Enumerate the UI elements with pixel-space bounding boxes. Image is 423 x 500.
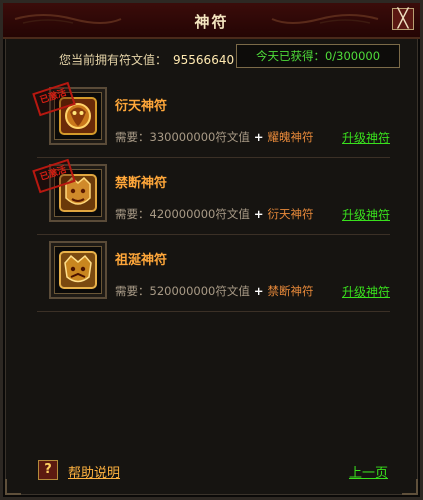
rune-list: 已激活 衍天神符 需要：330000000符文值 + 耀魄神符 升级神符 已激活 禁… [32, 81, 390, 312]
req-item: 耀魄神符 [267, 130, 314, 144]
req-label: 需要： [115, 207, 150, 221]
plus-sign: + [253, 284, 264, 298]
rune-requirement: 需要：330000000符文值 + 耀魄神符 [115, 129, 314, 145]
today-earned-box: 今天已获得：0/300000 [236, 44, 400, 68]
footer: ? 帮助说明 上一页 [3, 453, 420, 497]
close-button[interactable]: ╳ [392, 8, 414, 30]
rune-item: 已激活 衍天神符 需要：330000000符文值 + 耀魄神符 升级神符 [32, 81, 390, 158]
rune-requirement: 需要：420000000符文值 + 衍天神符 [115, 206, 314, 222]
rune-value-row: 您当前拥有符文值： 95566640 今天已获得：0/300000 [17, 43, 406, 73]
corner-ornament [5, 479, 21, 495]
req-amount: 420000000符文值 [149, 207, 250, 221]
help-icon[interactable]: ? [38, 460, 58, 480]
right-ornament-icon [271, 14, 379, 24]
owned-rune-value: 您当前拥有符文值： 95566640 [59, 51, 234, 68]
req-label: 需要： [115, 284, 150, 298]
rune-item: 已激活 禁断神符 需要：420000000符文值 + 衍天神符 升级神符 [32, 158, 390, 235]
rune-name: 禁断神符 [115, 176, 168, 191]
owned-label: 您当前拥有符文值： [59, 53, 168, 67]
corner-ornament [402, 479, 418, 495]
rune-item: 祖涎神符 需要：520000000符文值 + 禁断神符 升级神符 [37, 235, 390, 312]
today-label: 今天已获得： [255, 49, 325, 63]
upgrade-link[interactable]: 升级神符 [342, 206, 390, 223]
req-item: 禁断神符 [267, 284, 314, 298]
rune-name: 衍天神符 [115, 99, 168, 114]
plus-sign: + [253, 130, 264, 144]
rune-window: 神符 ╳ 您当前拥有符文值： 95566640 今天已获得：0/300000 已… [0, 0, 423, 500]
owned-value: 95566640 [173, 53, 235, 67]
req-item: 衍天神符 [267, 207, 314, 221]
upgrade-link[interactable]: 升级神符 [342, 129, 390, 146]
rune-slot[interactable] [49, 241, 107, 299]
rune-name: 祖涎神符 [115, 253, 168, 268]
help-link[interactable]: 帮助说明 [68, 462, 120, 481]
req-amount: 520000000符文值 [149, 284, 250, 298]
rune-requirement: 需要：520000000符文值 + 禁断神符 [115, 283, 314, 299]
prev-page-link[interactable]: 上一页 [349, 462, 388, 481]
upgrade-link[interactable]: 升级神符 [342, 283, 390, 300]
plus-sign: + [253, 207, 264, 221]
today-value: 0/300000 [324, 49, 381, 63]
req-label: 需要： [115, 130, 150, 144]
req-amount: 330000000符文值 [149, 130, 250, 144]
title-bar: 神符 ╳ [3, 3, 420, 39]
beast-emblem-icon [59, 251, 97, 289]
